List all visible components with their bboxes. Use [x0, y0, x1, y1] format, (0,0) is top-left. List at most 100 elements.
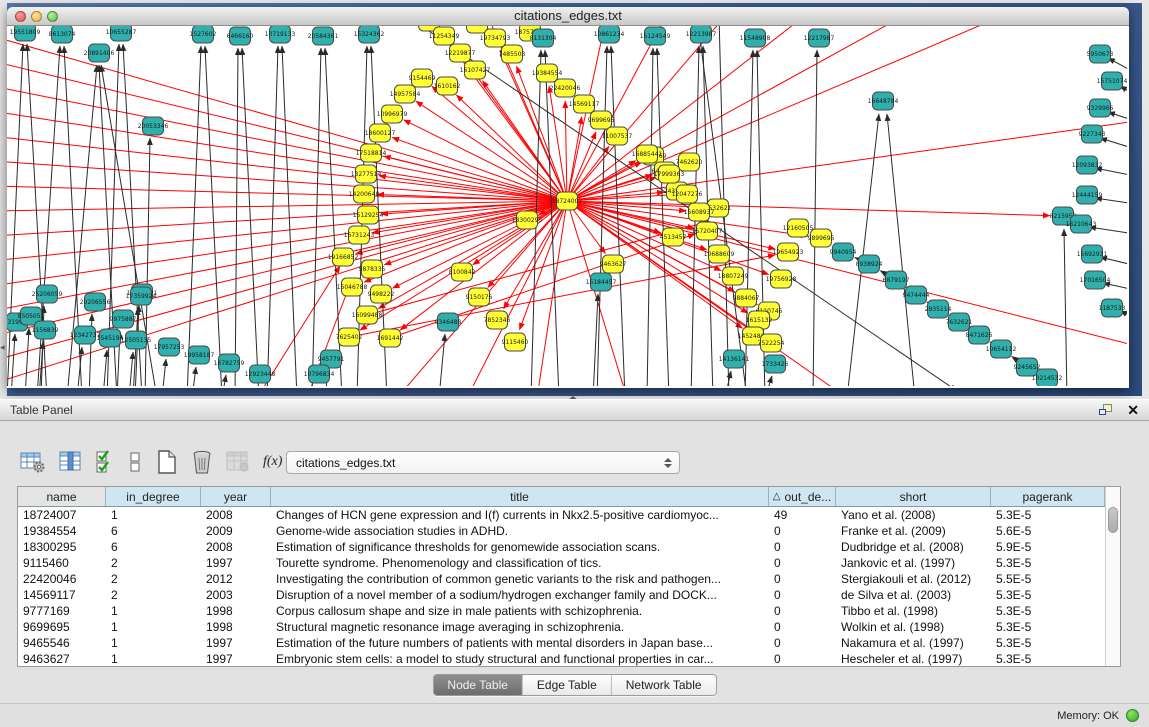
graph-edge[interactable] — [103, 350, 107, 386]
graph-edge[interactable] — [145, 138, 150, 386]
table-cell[interactable]: 6 — [106, 539, 201, 555]
graph-edge[interactable] — [567, 26, 1007, 201]
table-cell[interactable]: 9777169 — [18, 603, 106, 619]
table-cell[interactable]: Genome-wide association studies in ADHD. — [271, 523, 769, 539]
table-row[interactable]: 946554611997Estimation of the future num… — [18, 635, 1105, 651]
table-row[interactable]: 946362711997Embryonic stem cells: a mode… — [18, 651, 1105, 667]
scrollbar-thumb[interactable] — [1108, 507, 1118, 533]
table-cell[interactable]: 1997 — [201, 635, 271, 651]
table-row[interactable]: 1872400712008Changes of HCN gene express… — [18, 507, 1105, 523]
graph-edge[interactable] — [222, 375, 226, 386]
table-cell[interactable]: 1 — [106, 635, 201, 651]
graph-edge[interactable] — [1103, 283, 1127, 290]
table-cell[interactable]: Estimation of the future numbers of pati… — [271, 635, 769, 651]
graph-edge[interactable] — [129, 352, 133, 386]
deselect-all-icon[interactable] — [129, 450, 143, 474]
tab-edge-table[interactable]: Edge Table — [523, 675, 612, 695]
close-panel-icon[interactable]: ✕ — [1127, 403, 1139, 417]
table-cell[interactable]: 5.6E-5 — [991, 523, 1105, 539]
table-cell[interactable]: 2003 — [201, 587, 271, 603]
table-cell[interactable]: 6 — [106, 523, 201, 539]
table-cell[interactable]: 2008 — [201, 507, 271, 523]
graph-edge[interactable] — [1100, 138, 1127, 148]
table-cell[interactable]: 5.3E-5 — [991, 603, 1105, 619]
column-header-pagerank[interactable]: pagerank — [991, 487, 1105, 506]
table-cell[interactable]: 19384554 — [18, 523, 106, 539]
table-cell[interactable]: 0 — [769, 635, 836, 651]
graph-edge[interactable] — [567, 201, 1050, 216]
table-cell[interactable]: 1 — [106, 619, 201, 635]
graph-edge[interactable] — [192, 367, 196, 386]
tab-network-table[interactable]: Network Table — [612, 675, 716, 695]
table-cell[interactable]: Structural magnetic resonance image aver… — [271, 619, 769, 635]
table-row[interactable]: 969969511998Structural magnetic resonanc… — [18, 619, 1105, 635]
column-header-out_de[interactable]: △out_de... — [769, 487, 836, 506]
table-cell[interactable]: 1998 — [201, 603, 271, 619]
network-window-titlebar[interactable]: citations_edges.txt — [7, 7, 1129, 26]
table-cell[interactable]: 5.3E-5 — [991, 587, 1105, 603]
table-cell[interactable]: Tourette syndrome. Phenomenology and cla… — [271, 555, 769, 571]
table-cell[interactable]: 5.3E-5 — [991, 555, 1105, 571]
table-cell[interactable]: Disruption of a novel member of a sodium… — [271, 587, 769, 603]
table-cell[interactable]: 9463627 — [18, 651, 106, 667]
table-cell[interactable]: 5.9E-5 — [991, 539, 1105, 555]
table-cell[interactable]: 9115460 — [18, 555, 106, 571]
graph-edge[interactable] — [765, 376, 772, 386]
table-row[interactable]: 1456911722003Disruption of a novel membe… — [18, 587, 1105, 603]
graph-edge[interactable] — [235, 48, 238, 386]
table-cell[interactable]: 0 — [769, 523, 836, 539]
table-row[interactable]: 2242004622012Investigating the contribut… — [18, 571, 1105, 587]
table-cell[interactable]: 9699695 — [18, 619, 106, 635]
table-cell[interactable]: Dudbridge et al. (2008) — [836, 539, 991, 555]
table-cell[interactable]: 5.3E-5 — [991, 635, 1105, 651]
table-cell[interactable]: 1997 — [201, 555, 271, 571]
graph-edge[interactable] — [657, 48, 669, 386]
table-select-dropdown[interactable]: citations_edges.txt — [286, 451, 680, 474]
table-cell[interactable]: de Silva et al. (2003) — [836, 587, 991, 603]
table-cell[interactable]: Hescheler et al. (1997) — [836, 651, 991, 667]
graph-edge[interactable] — [1089, 227, 1127, 234]
graph-edge[interactable] — [1108, 58, 1127, 71]
network-canvas[interactable]: 1872400718300295977716974626206497568243… — [7, 26, 1127, 386]
table-cell[interactable]: 0 — [769, 555, 836, 571]
graph-edge[interactable] — [813, 50, 817, 386]
table-row[interactable]: 1830029562008Estimation of significance … — [18, 539, 1105, 555]
graph-edge[interactable] — [565, 101, 567, 201]
delete-table-icon[interactable] — [191, 449, 213, 475]
table-cell[interactable]: Changes of HCN gene expression and I(f) … — [271, 507, 769, 523]
minimize-window-icon[interactable] — [31, 11, 42, 22]
column-header-title[interactable]: title — [271, 487, 769, 506]
table-cell[interactable]: 49 — [769, 507, 836, 523]
table-cell[interactable]: 22420046 — [18, 571, 106, 587]
table-cell[interactable]: 2009 — [201, 523, 271, 539]
graph-edge[interactable] — [1064, 229, 1067, 386]
network-view-window[interactable]: citations_edges.txt 18724007183002959777… — [7, 7, 1129, 388]
float-panel-icon[interactable] — [1099, 404, 1113, 417]
graph-edge[interactable] — [549, 86, 567, 201]
table-vertical-scrollbar[interactable] — [1105, 487, 1120, 666]
graph-edge[interactable] — [1108, 112, 1127, 121]
memory-status-indicator[interactable] — [1126, 709, 1139, 722]
graph-edge[interactable] — [25, 328, 29, 386]
table-cell[interactable]: 1997 — [201, 651, 271, 667]
table-cell[interactable]: 0 — [769, 603, 836, 619]
column-header-year[interactable]: year — [201, 487, 271, 506]
graph-edge[interactable] — [1095, 168, 1127, 176]
function-builder-icon[interactable]: f(x) — [263, 454, 282, 470]
collapse-panel-arrow-icon[interactable]: ◂ — [0, 342, 5, 353]
table-cell[interactable]: 5.5E-5 — [991, 571, 1105, 587]
table-cell[interactable]: 2 — [106, 571, 201, 587]
graph-edge[interactable] — [647, 48, 653, 386]
table-settings-icon[interactable] — [20, 450, 46, 474]
graph-edge[interactable] — [162, 359, 166, 386]
table-row[interactable]: 1938455462009Genome-wide association stu… — [18, 523, 1105, 539]
table-cell[interactable]: Yano et al. (2008) — [836, 507, 991, 523]
graph-edge[interactable] — [7, 86, 567, 201]
graph-edge[interactable] — [205, 46, 222, 386]
zoom-window-icon[interactable] — [47, 11, 58, 22]
table-cell[interactable]: 5.3E-5 — [991, 507, 1105, 523]
new-table-icon[interactable] — [156, 449, 178, 475]
table-cell[interactable]: Investigating the contribution of common… — [271, 571, 769, 587]
table-cell[interactable]: 2012 — [201, 571, 271, 587]
table-cell[interactable]: 1 — [106, 507, 201, 523]
